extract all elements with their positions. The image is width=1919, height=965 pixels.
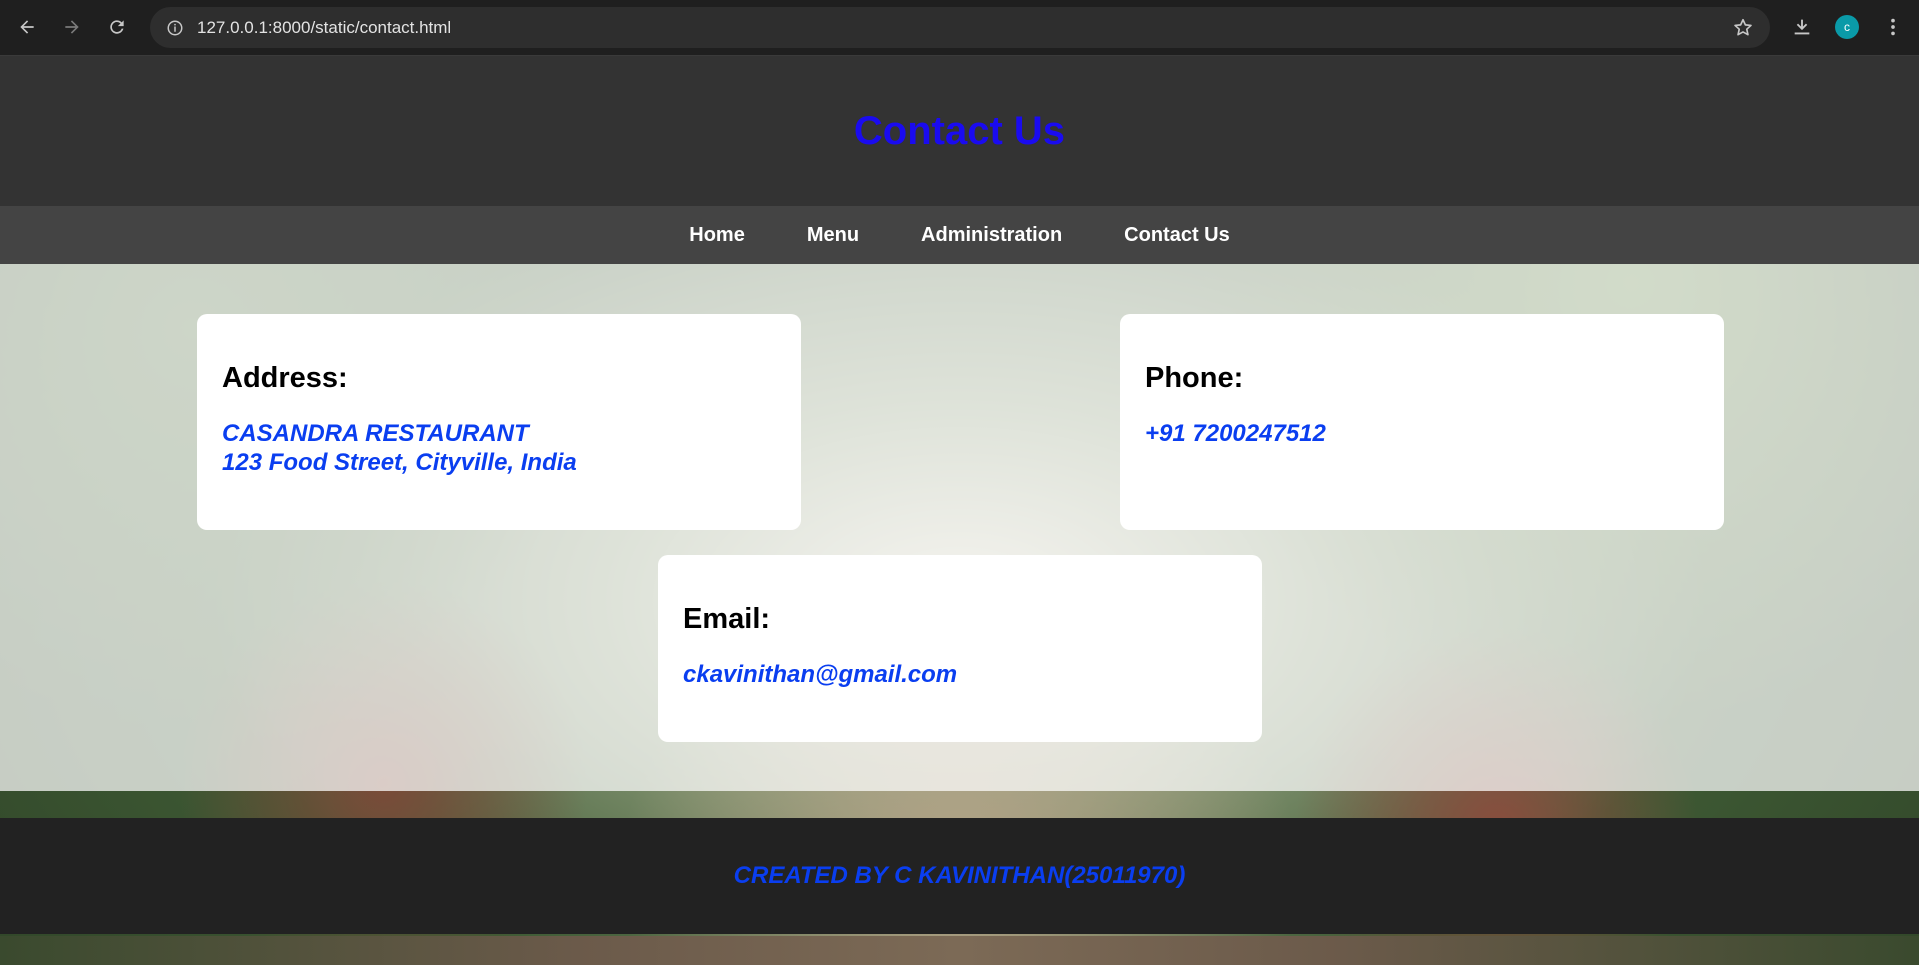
avatar-letter: c (1844, 20, 1850, 34)
page-title: Contact Us (853, 108, 1066, 153)
phone-heading: Phone: (1145, 362, 1244, 394)
email-heading: Email: (683, 603, 771, 635)
browser-toolbar: 127.0.0.1:8000/static/contact.html c (0, 0, 1919, 56)
site-info-button[interactable] (162, 15, 188, 41)
nav-contact[interactable]: Contact Us (1124, 224, 1230, 247)
address-heading: Address: (222, 362, 348, 394)
address-card: Address: CASANDRA RESTAURANT 123 Food St… (197, 314, 801, 530)
address-line-1: CASANDRA RESTAURANT (222, 420, 529, 447)
address-bar[interactable]: 127.0.0.1:8000/static/contact.html (150, 7, 1770, 48)
more-vert-icon (1891, 18, 1895, 36)
phone-card: Phone: +91 7200247512 (1120, 314, 1724, 530)
address-line-2: 123 Food Street, Cityville, India (222, 449, 577, 476)
main-nav: Home Menu Administration Contact Us (0, 206, 1919, 264)
reload-icon (110, 20, 124, 34)
nav-home[interactable]: Home (689, 224, 745, 247)
url-text[interactable]: 127.0.0.1:8000/static/contact.html (197, 18, 451, 38)
address-text: CASANDRA RESTAURANT 123 Food Street, Cit… (222, 419, 577, 477)
page-footer: CREATED BY C KAVINITHAN(25011970) (0, 818, 1919, 934)
reload-button[interactable] (102, 12, 132, 42)
profile-avatar[interactable]: c (1835, 15, 1859, 39)
download-button[interactable] (1787, 12, 1817, 42)
star-icon[interactable] (1732, 17, 1754, 39)
page-viewport: Contact Us Home Menu Administration Cont… (0, 56, 1919, 965)
nav-administration[interactable]: Administration (921, 224, 1062, 247)
forward-button[interactable] (57, 12, 87, 42)
download-icon (1794, 19, 1810, 35)
back-arrow-icon (20, 20, 34, 34)
site-info-icon (167, 20, 183, 36)
nav-menu[interactable]: Menu (807, 224, 859, 247)
footer-credit: CREATED BY C KAVINITHAN(25011970) (733, 862, 1186, 889)
email-card: Email: ckavinithan@gmail.com (658, 555, 1262, 742)
forward-arrow-icon (65, 20, 79, 34)
contact-section: Address: CASANDRA RESTAURANT 123 Food St… (0, 264, 1919, 791)
background-path (0, 936, 1919, 965)
menu-button[interactable] (1878, 12, 1908, 42)
phone-number: +91 7200247512 (1145, 420, 1326, 447)
page-header: Contact Us (0, 56, 1919, 206)
email-address: ckavinithan@gmail.com (683, 661, 958, 688)
back-button[interactable] (12, 12, 42, 42)
